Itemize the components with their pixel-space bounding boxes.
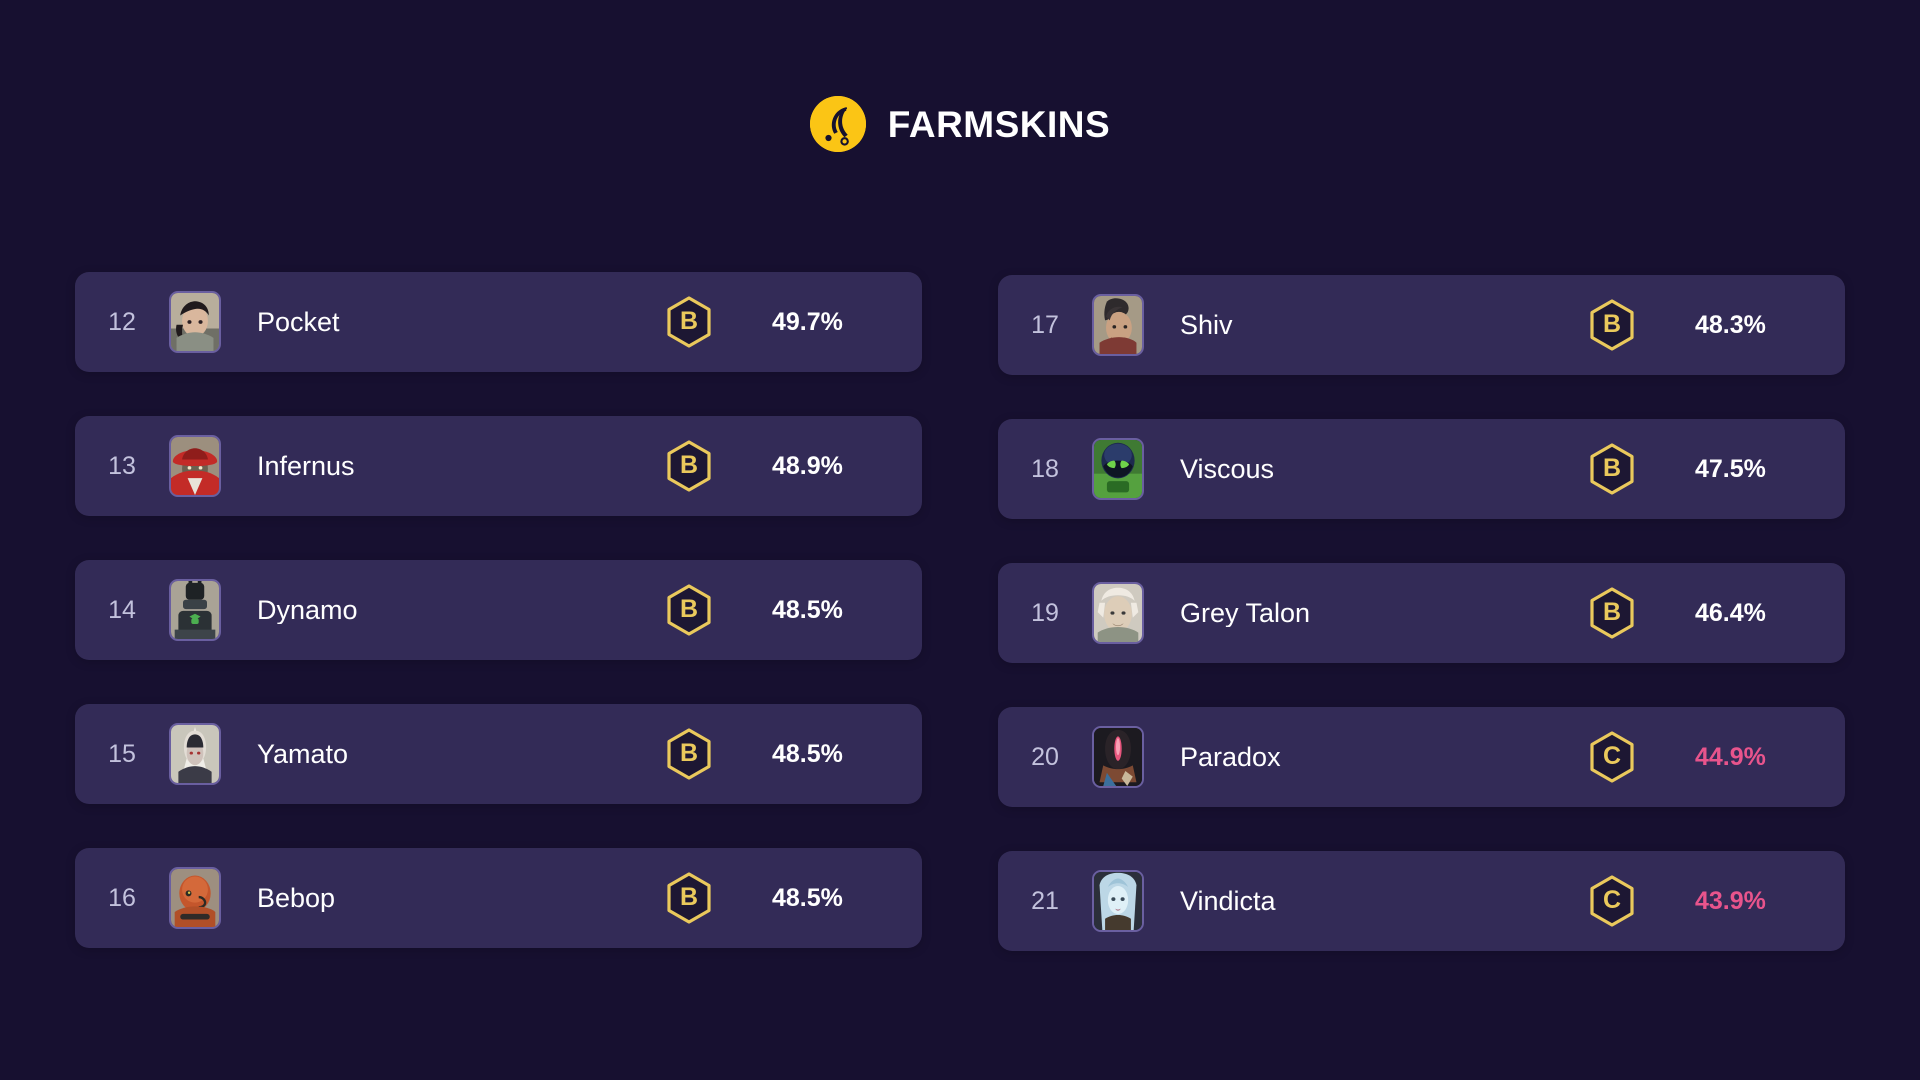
tier-badge: C [1589, 731, 1635, 783]
table-row[interactable]: 14 Dynamo B 48.5% [75, 560, 922, 660]
winrate-value: 44.9% [1695, 742, 1766, 771]
hero-name: Yamato [257, 740, 349, 768]
rank-number: 14 [108, 595, 136, 624]
rank-number: 13 [108, 451, 136, 480]
hero-name: Viscous [1180, 455, 1275, 483]
winrate-value: 48.5% [772, 595, 843, 624]
tier-letter: B [679, 595, 699, 623]
brand-name: FARMSKINS [887, 103, 1111, 145]
table-row[interactable]: 17 Shiv B 48.3% [998, 275, 1845, 375]
table-row[interactable]: 13 Infernus B 48.9% [75, 416, 922, 516]
table-row[interactable]: 16 Bebop B 48.5% [75, 848, 922, 948]
table-row[interactable]: 20 Paradox C 44.9% [998, 707, 1845, 807]
vindicta-avatar [1092, 870, 1144, 932]
tier-badge: B [666, 296, 712, 348]
shiv-avatar [1092, 294, 1144, 356]
rank-number: 20 [1031, 742, 1059, 771]
tier-letter: B [1602, 310, 1622, 338]
hero-name: Vindicta [1180, 887, 1276, 915]
karambit-knife-icon [809, 96, 866, 152]
table-row[interactable]: 12 Pocket B 49.7% [75, 272, 922, 372]
tier-letter: B [1602, 454, 1622, 482]
table-row[interactable]: 15 Yamato B 48.5% [75, 704, 922, 804]
rank-number: 16 [108, 883, 136, 912]
rank-number: 17 [1031, 310, 1059, 339]
grey-talon-avatar [1092, 582, 1144, 644]
tier-badge: C [1589, 875, 1635, 927]
leaderboard-page: FARMSKINS 12 Pocket B 49.7% 13 Infernus … [0, 0, 1920, 1080]
brand-header: FARMSKINS [0, 96, 1920, 152]
bebop-avatar [169, 867, 221, 929]
winrate-value: 48.5% [772, 739, 843, 768]
leaderboard-board: 12 Pocket B 49.7% 13 Infernus B 48.9% 14… [75, 272, 1845, 951]
leaderboard-column-right: 17 Shiv B 48.3% 18 Viscous B 47.5% 19 Gr… [998, 272, 1845, 951]
tier-badge: B [666, 584, 712, 636]
winrate-value: 48.9% [772, 451, 843, 480]
winrate-value: 49.7% [772, 307, 843, 336]
tier-badge: B [1589, 299, 1635, 351]
tier-letter: B [1602, 598, 1622, 626]
paradox-avatar [1092, 726, 1144, 788]
yamato-avatar [169, 723, 221, 785]
dynamo-avatar [169, 579, 221, 641]
winrate-value: 43.9% [1695, 886, 1766, 915]
table-row[interactable]: 18 Viscous B 47.5% [998, 419, 1845, 519]
tier-badge: B [1589, 443, 1635, 495]
tier-letter: B [679, 451, 699, 479]
table-row[interactable]: 19 Grey Talon B 46.4% [998, 563, 1845, 663]
hero-name: Infernus [257, 452, 355, 480]
hero-name: Dynamo [257, 596, 358, 624]
tier-badge: B [666, 728, 712, 780]
hero-name: Paradox [1180, 743, 1281, 771]
rank-number: 15 [108, 739, 136, 768]
winrate-value: 48.5% [772, 883, 843, 912]
viscous-avatar [1092, 438, 1144, 500]
winrate-value: 47.5% [1695, 454, 1766, 483]
tier-letter: C [1602, 886, 1622, 914]
winrate-value: 48.3% [1695, 310, 1766, 339]
hero-name: Shiv [1180, 311, 1233, 339]
hero-name: Bebop [257, 884, 336, 912]
tier-badge: B [666, 440, 712, 492]
winrate-value: 46.4% [1695, 598, 1766, 627]
rank-number: 19 [1031, 598, 1059, 627]
tier-letter: B [679, 739, 699, 767]
rank-number: 21 [1031, 886, 1059, 915]
leaderboard-column-left: 12 Pocket B 49.7% 13 Infernus B 48.9% 14… [75, 272, 922, 951]
tier-letter: C [1602, 742, 1622, 770]
rank-number: 18 [1031, 454, 1059, 483]
pocket-avatar [169, 291, 221, 353]
rank-number: 12 [108, 307, 136, 336]
tier-letter: B [679, 307, 699, 335]
tier-badge: B [666, 872, 712, 924]
table-row[interactable]: 21 Vindicta C 43.9% [998, 851, 1845, 951]
tier-badge: B [1589, 587, 1635, 639]
infernus-avatar [169, 435, 221, 497]
hero-name: Grey Talon [1180, 599, 1311, 627]
hero-name: Pocket [257, 308, 340, 336]
tier-letter: B [679, 883, 699, 911]
